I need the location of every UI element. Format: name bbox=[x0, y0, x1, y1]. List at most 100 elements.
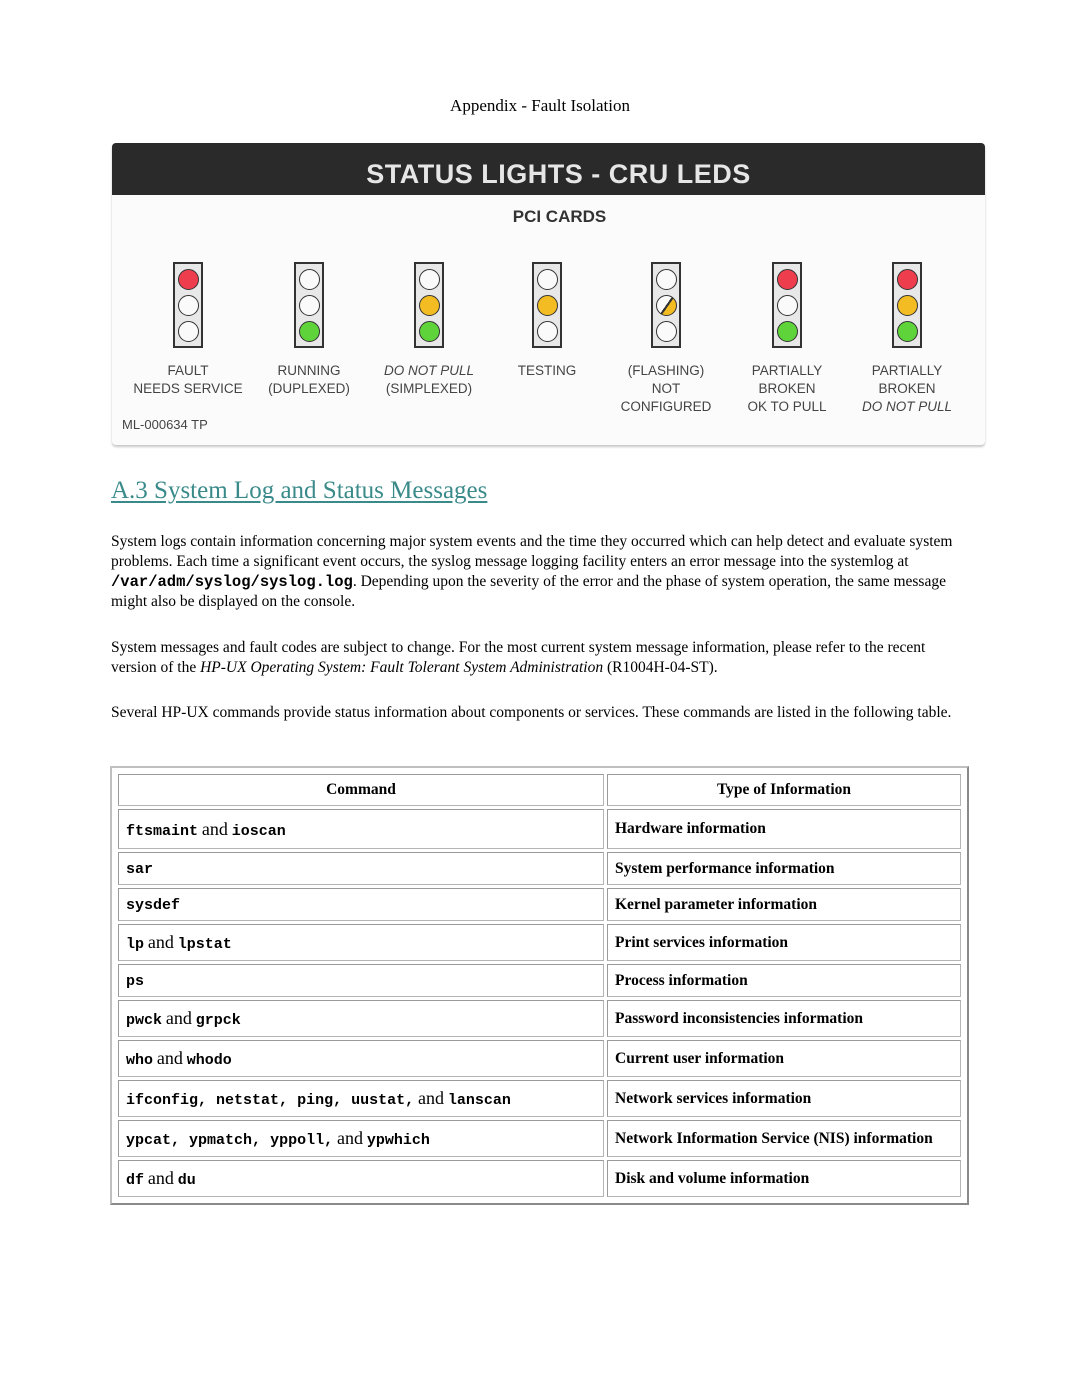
label-line: DO NOT PULL bbox=[383, 363, 475, 378]
status-light-label: TESTING bbox=[482, 362, 612, 380]
comma: , bbox=[171, 1132, 190, 1149]
led-amber-icon bbox=[536, 294, 558, 316]
label-line: OK TO PULL bbox=[747, 399, 827, 414]
table-row: ypcat, ypmatch, yppoll, and ypwhich Netwo… bbox=[118, 1120, 961, 1157]
command-name: ioscan bbox=[231, 822, 286, 840]
header-command: Command bbox=[118, 774, 604, 806]
command-name: ftsmaint bbox=[126, 822, 199, 840]
label-line: BROKEN bbox=[758, 381, 816, 396]
command-name: lanscan bbox=[447, 1092, 511, 1109]
conjunction: and bbox=[147, 1168, 174, 1188]
command-name: yppoll bbox=[270, 1132, 325, 1149]
led-off-icon bbox=[536, 268, 558, 290]
led-red-icon bbox=[776, 268, 798, 290]
label-line: PARTIALLY bbox=[751, 363, 823, 378]
status-light-testing: TESTING bbox=[482, 262, 612, 380]
comma: , bbox=[198, 1092, 217, 1109]
led-housing-icon bbox=[414, 262, 444, 348]
paragraph-commands: Several HP-UX commands provide status in… bbox=[111, 704, 952, 721]
running-header: Appendix - Fault Isolation bbox=[450, 96, 630, 115]
info-cell: Process information bbox=[607, 964, 961, 997]
command-name: uustat bbox=[351, 1092, 406, 1109]
command-name: ps bbox=[126, 972, 145, 990]
led-amber-icon bbox=[896, 294, 918, 316]
commands-table: Command Type of Information ftsmaint and… bbox=[110, 766, 969, 1205]
label-line: NOT bbox=[651, 381, 681, 396]
comma: , bbox=[252, 1132, 271, 1149]
table-row: sar System performance information bbox=[118, 852, 961, 885]
status-light-label: (FLASHING) NOT CONFIGURED bbox=[601, 362, 731, 416]
conjunction: and bbox=[165, 1008, 192, 1028]
label-line: TESTING bbox=[517, 363, 577, 378]
command-cell: sysdef bbox=[118, 888, 604, 921]
conjunction: and bbox=[418, 1088, 444, 1108]
label-line: RUNNING bbox=[277, 363, 341, 378]
command-name: whodo bbox=[186, 1052, 232, 1069]
card-title: STATUS LIGHTS - CRU LEDS bbox=[366, 158, 751, 189]
led-housing-icon bbox=[651, 262, 681, 348]
led-off-icon bbox=[177, 294, 199, 316]
info-cell: Network services information bbox=[607, 1080, 961, 1117]
command-name: lp bbox=[126, 936, 145, 953]
command-cell: pwck and grpck bbox=[118, 1000, 604, 1037]
card-code: ML-000634 TP bbox=[122, 417, 208, 432]
card-subtitle: PCI CARDS bbox=[512, 207, 607, 226]
command-name: ifconfig bbox=[126, 1092, 199, 1109]
command-name: du bbox=[177, 1172, 196, 1189]
comma: , bbox=[279, 1092, 298, 1109]
status-lights-card: STATUS LIGHTS - CRU LEDS PCI CARDS FAULT… bbox=[112, 143, 985, 445]
command-cell: sar bbox=[118, 852, 604, 885]
info-cell: Disk and volume information bbox=[607, 1160, 961, 1197]
table-row: df and du Disk and volume information bbox=[118, 1160, 961, 1197]
command-name: df bbox=[126, 1172, 145, 1189]
command-cell: ftsmaint and ioscan bbox=[118, 809, 604, 849]
status-light-label: DO NOT PULL (SIMPLEXED) bbox=[364, 362, 494, 398]
info-cell: Network Information Service (NIS) inform… bbox=[607, 1120, 961, 1157]
led-housing-icon bbox=[294, 262, 324, 348]
conjunction: and bbox=[201, 818, 228, 839]
conjunction: and bbox=[156, 1048, 183, 1068]
table-row: ps Process information bbox=[118, 964, 961, 997]
label-line: (DUPLEXED) bbox=[268, 381, 350, 396]
paragraph-messages: System messages and fault codes are subj… bbox=[111, 638, 973, 678]
command-cell: ypcat, ypmatch, yppoll, and ypwhich bbox=[118, 1120, 604, 1157]
table-row: ifconfig, netstat, ping, uustat, and lan… bbox=[118, 1080, 961, 1117]
status-light-partially-broken-ok: PARTIALLY BROKEN OK TO PULL bbox=[722, 262, 852, 416]
command-name: sysdef bbox=[126, 896, 181, 914]
card-title-bar: STATUS LIGHTS - CRU LEDS bbox=[112, 143, 985, 195]
led-red-icon bbox=[177, 268, 199, 290]
syslog-path: /var/adm/syslog/syslog.log bbox=[111, 573, 353, 591]
status-light-do-not-pull-simplexed: DO NOT PULL (SIMPLEXED) bbox=[364, 262, 494, 398]
conjunction: and bbox=[147, 932, 174, 952]
comma: , bbox=[333, 1092, 352, 1109]
led-off-icon bbox=[536, 320, 558, 342]
label-line: BROKEN bbox=[878, 381, 936, 396]
led-off-icon bbox=[776, 294, 798, 316]
led-green-icon bbox=[298, 320, 320, 342]
para2-text-end: (R1004H-04-ST). bbox=[603, 659, 718, 676]
label-line: NEEDS SERVICE bbox=[133, 381, 243, 396]
command-cell: ps bbox=[118, 964, 604, 997]
label-line: PARTIALLY bbox=[871, 363, 943, 378]
label-line: (FLASHING) bbox=[627, 363, 705, 378]
table-row: sysdef Kernel parameter information bbox=[118, 888, 961, 921]
led-red-icon bbox=[896, 268, 918, 290]
label-line: (SIMPLEXED) bbox=[385, 381, 473, 396]
led-green-icon bbox=[776, 320, 798, 342]
led-off-icon bbox=[298, 268, 320, 290]
command-name: ypmatch bbox=[189, 1132, 253, 1149]
led-off-icon bbox=[655, 268, 677, 290]
conjunction: and bbox=[336, 1128, 363, 1148]
command-name: sar bbox=[126, 860, 154, 878]
led-flash-icon bbox=[655, 294, 677, 316]
command-name: grpck bbox=[195, 1012, 241, 1029]
led-housing-icon bbox=[772, 262, 802, 348]
led-off-icon bbox=[177, 320, 199, 342]
command-name: ypcat bbox=[126, 1132, 172, 1149]
command-cell: lp and lpstat bbox=[118, 924, 604, 961]
command-name: who bbox=[126, 1052, 154, 1069]
status-light-running-duplexed: RUNNING (DUPLEXED) bbox=[244, 262, 374, 398]
led-green-icon bbox=[418, 320, 440, 342]
info-cell: Print services information bbox=[607, 924, 961, 961]
info-cell: Kernel parameter information bbox=[607, 888, 961, 921]
